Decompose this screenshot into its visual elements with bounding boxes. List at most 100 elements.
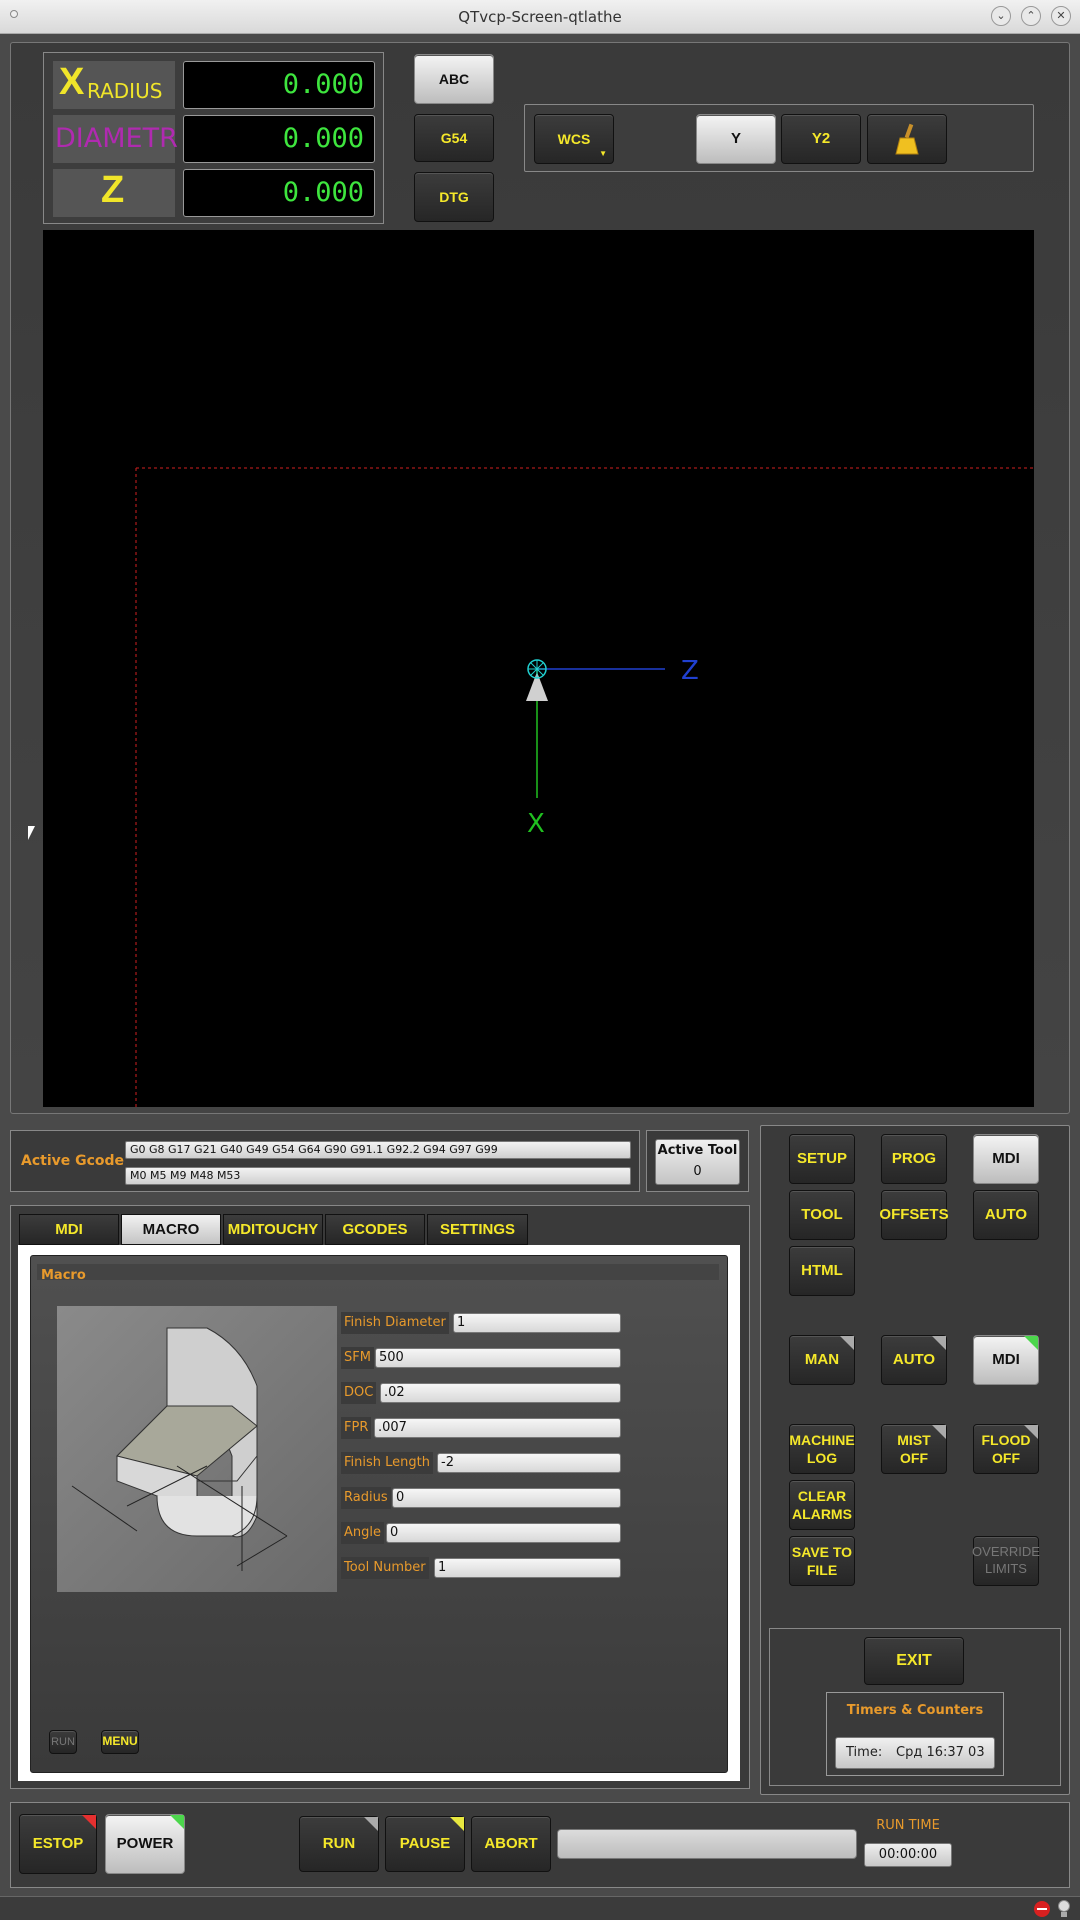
save-to-file-button[interactable]: SAVE TO FILE bbox=[789, 1536, 855, 1586]
wcs-label: WCS bbox=[557, 130, 591, 147]
offsets-button[interactable]: OFFSETS bbox=[879, 1190, 949, 1240]
dro-diameter-suffix: DIAMETR bbox=[55, 123, 178, 154]
sfm-input[interactable]: 500 bbox=[375, 1348, 621, 1368]
tool-button[interactable]: TOOL bbox=[789, 1190, 855, 1240]
flood-off-button[interactable]: FLOOD OFF bbox=[973, 1424, 1039, 1474]
html-button[interactable]: HTML bbox=[789, 1246, 855, 1296]
active-mcodes: M0 M5 M9 M48 M53 bbox=[125, 1167, 631, 1185]
prog-button[interactable]: PROG bbox=[881, 1134, 947, 1184]
tab-mdi[interactable]: MDI bbox=[19, 1214, 119, 1245]
sfm-label: SFM bbox=[341, 1347, 374, 1369]
machine-auto-button[interactable]: AUTO bbox=[881, 1335, 947, 1385]
angle-label: Angle bbox=[341, 1522, 384, 1544]
mist-off-button[interactable]: MIST OFF bbox=[881, 1424, 947, 1474]
auto-mode-button[interactable]: AUTO bbox=[973, 1190, 1039, 1240]
active-gcode-label: Active Gcode bbox=[21, 1153, 125, 1169]
abort-button[interactable]: ABORT bbox=[471, 1816, 551, 1872]
finish-diameter-input[interactable]: 1 bbox=[453, 1313, 621, 1333]
wcs-button[interactable]: WCS ▼ bbox=[534, 114, 614, 164]
active-tool-value: 0 bbox=[693, 1164, 702, 1179]
z-axis-label: Z bbox=[681, 656, 699, 686]
g54-button[interactable]: G54 bbox=[414, 114, 494, 162]
power-button[interactable]: POWER bbox=[105, 1814, 185, 1874]
lathe-part-image bbox=[71, 1327, 288, 1571]
active-tool-label: Active Tool bbox=[657, 1143, 738, 1158]
bulb-status-icon bbox=[1058, 1900, 1072, 1918]
status-bar bbox=[0, 1896, 1080, 1920]
clear-plot-button[interactable] bbox=[867, 114, 947, 164]
view-y2-button[interactable]: Y2 bbox=[781, 114, 861, 164]
macro-panel: Macro Finish Diameter 1 SFM 500 DOC .02 … bbox=[30, 1255, 728, 1773]
dro-panel: X RADIUS 0.000 DIAMETR 0.000 Z 0.000 bbox=[43, 52, 384, 224]
broom-icon bbox=[895, 123, 919, 155]
toolpath-graphics[interactable]: Z X bbox=[43, 230, 1034, 1107]
minimize-icon[interactable]: ⌄ bbox=[991, 6, 1011, 26]
run-label: RUN bbox=[322, 1835, 356, 1853]
active-gcodes: G0 G8 G17 G21 G40 G49 G54 G64 G90 G91.1 … bbox=[125, 1141, 631, 1159]
view-y-button[interactable]: Y bbox=[696, 114, 776, 164]
doc-input[interactable]: .02 bbox=[380, 1383, 621, 1403]
active-gcode-panel: Active Gcode G0 G8 G17 G21 G40 G49 G54 G… bbox=[10, 1130, 640, 1192]
radius-input[interactable]: 0 bbox=[392, 1488, 621, 1508]
tool-number-input[interactable]: 1 bbox=[434, 1558, 621, 1578]
timers-title: Timers & Counters bbox=[846, 1703, 984, 1718]
dro-diameter-label: DIAMETR bbox=[53, 115, 178, 163]
angle-input[interactable]: 0 bbox=[386, 1523, 621, 1543]
run-time-value: 00:00:00 bbox=[864, 1843, 952, 1867]
mdi-mode-button[interactable]: MDI bbox=[973, 1134, 1039, 1184]
run-time-label: RUN TIME bbox=[876, 1818, 940, 1833]
maximize-icon[interactable]: ⌃ bbox=[1021, 6, 1041, 26]
macro-menu-button[interactable]: MENU bbox=[101, 1730, 139, 1754]
machine-mdi-label: MDI bbox=[992, 1351, 1020, 1369]
dtg-button[interactable]: DTG bbox=[414, 172, 494, 222]
estop-button[interactable]: ESTOP bbox=[19, 1814, 97, 1874]
dro-x-value: 0.000 bbox=[183, 61, 375, 109]
x-axis-label: X bbox=[527, 809, 545, 839]
dro-z-letter: Z bbox=[101, 169, 125, 211]
fpr-input[interactable]: .007 bbox=[374, 1418, 621, 1438]
pause-label: PAUSE bbox=[399, 1835, 451, 1853]
machine-auto-label: AUTO bbox=[892, 1351, 936, 1369]
radius-label: Radius bbox=[341, 1487, 391, 1509]
window-title: QTvcp-Screen-qtlathe bbox=[458, 8, 622, 26]
dropdown-arrow-icon: ▼ bbox=[599, 148, 607, 158]
time-value: Срд 16:37 03 bbox=[896, 1745, 985, 1760]
abc-button[interactable]: ABC bbox=[414, 54, 494, 104]
finish-length-input[interactable]: -2 bbox=[437, 1453, 621, 1473]
run-button[interactable]: RUN bbox=[299, 1816, 379, 1872]
dro-x-letter: X bbox=[59, 61, 85, 103]
dro-z-value: 0.000 bbox=[183, 169, 375, 217]
clear-alarms-button[interactable]: CLEAR ALARMS bbox=[789, 1480, 855, 1530]
pause-button[interactable]: PAUSE bbox=[385, 1816, 465, 1872]
active-tool-panel: Active Tool 0 bbox=[646, 1130, 749, 1192]
toolpath-canvas: Z X bbox=[135, 467, 1034, 1107]
finish-diameter-label: Finish Diameter bbox=[341, 1312, 449, 1334]
tab-mditouchy[interactable]: MDITOUCHY bbox=[223, 1214, 323, 1245]
macro-title: Macro bbox=[41, 1268, 86, 1283]
tab-settings[interactable]: SETTINGS bbox=[427, 1214, 528, 1245]
machine-mdi-button[interactable]: MDI bbox=[973, 1335, 1039, 1385]
override-limits-button[interactable]: OVERRIDE LIMITS bbox=[972, 1536, 1040, 1586]
tab-macro[interactable]: MACRO bbox=[121, 1214, 221, 1245]
dro-x-label: X RADIUS bbox=[53, 61, 175, 109]
mouse-cursor-icon bbox=[28, 826, 35, 840]
estop-label: ESTOP bbox=[32, 1835, 84, 1853]
machine-man-label: MAN bbox=[804, 1351, 840, 1369]
finish-length-label: Finish Length bbox=[341, 1452, 433, 1474]
timers-counters-panel: Timers & Counters Time: Срд 16:37 03 bbox=[826, 1692, 1004, 1776]
dro-z-label: Z bbox=[53, 169, 175, 217]
macro-run-button[interactable]: RUN bbox=[49, 1730, 77, 1754]
estop-status-icon bbox=[1034, 1901, 1050, 1917]
tool-number-label: Tool Number bbox=[341, 1557, 429, 1579]
fpr-label: FPR bbox=[341, 1417, 372, 1439]
setup-button[interactable]: SETUP bbox=[789, 1134, 855, 1184]
window-titlebar[interactable]: QTvcp-Screen-qtlathe ⌄ ⌃ ✕ bbox=[0, 0, 1080, 34]
close-icon[interactable]: ✕ bbox=[1051, 6, 1071, 26]
exit-button[interactable]: EXIT bbox=[864, 1637, 964, 1685]
machine-man-button[interactable]: MAN bbox=[789, 1335, 855, 1385]
dro-x-suffix: RADIUS bbox=[87, 79, 163, 103]
dro-diameter-value: 0.000 bbox=[183, 115, 375, 163]
power-label: POWER bbox=[116, 1835, 174, 1853]
tab-gcodes[interactable]: GCODES bbox=[325, 1214, 425, 1245]
machine-log-button[interactable]: MACHINE LOG bbox=[789, 1424, 855, 1474]
